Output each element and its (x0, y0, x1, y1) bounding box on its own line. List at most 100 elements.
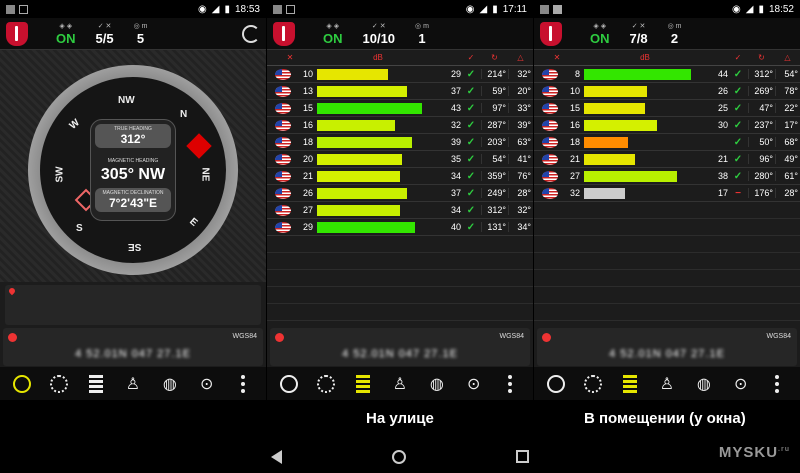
elevation: 39° (508, 120, 533, 130)
snr-bar (317, 68, 388, 80)
radar-icon[interactable] (316, 374, 336, 394)
us-flag-icon (542, 153, 558, 165)
coordinates-box: WGS84 4 52.01N 047 27.1E (537, 328, 797, 366)
notification-icon (540, 4, 549, 14)
us-flag-icon (275, 85, 291, 97)
elevation: 61° (775, 171, 800, 181)
elevation: 20° (508, 86, 533, 96)
magnetic-heading-label: MAGNETIC HEADING (107, 158, 159, 164)
battery-icon: ▮ (492, 3, 498, 15)
signal-bars-icon[interactable] (353, 374, 373, 394)
empty-row (267, 270, 533, 287)
cardinal-ne: NE (199, 167, 211, 182)
home-icon[interactable] (392, 449, 406, 464)
azimuth: 97° (481, 103, 508, 113)
signal-bars-icon[interactable] (620, 374, 640, 394)
snr-value: 26 (717, 86, 728, 96)
refresh-icon[interactable] (242, 24, 260, 43)
battery-icon: ▮ (224, 3, 230, 15)
globe-icon[interactable]: ◍ (694, 374, 714, 394)
radar-icon[interactable] (49, 374, 69, 394)
globe-icon[interactable]: ◍ (427, 374, 447, 394)
accuracy: 2 (670, 30, 679, 46)
elevation: 34° (508, 222, 533, 232)
snr-value: 21 (717, 154, 728, 164)
sat-count: 7/8 (629, 30, 648, 46)
us-flag-icon (542, 187, 558, 199)
cardinal-nw: NW (118, 95, 135, 106)
satellite-row: 29 40 ✓ 131° 34° (267, 219, 533, 236)
azimuth: 176° (748, 188, 775, 198)
azimuth: 203° (481, 137, 508, 147)
empty-row (534, 270, 800, 287)
used-check-icon: ✓ (466, 102, 476, 114)
satellite-id: 18 (302, 137, 313, 147)
compass-icon[interactable] (12, 374, 32, 394)
globe-icon[interactable]: ◍ (160, 374, 180, 394)
waypoint-box (5, 285, 261, 325)
app-logo-icon[interactable] (6, 21, 28, 46)
snr-value: 34 (450, 171, 461, 181)
empty-row (267, 287, 533, 304)
more-icon[interactable] (233, 374, 253, 394)
location-pin-icon[interactable]: ⊙ (197, 374, 217, 394)
location-pin-icon[interactable]: ⊙ (731, 374, 751, 394)
elevation: 54° (775, 69, 800, 79)
app-logo-icon[interactable] (540, 21, 562, 46)
signal-bars-icon[interactable] (86, 374, 106, 394)
snr-value: 39 (450, 137, 461, 147)
satellite-column-icon: ✕ (553, 53, 561, 62)
status-bar: ◉ ◢ ▮ 18:52 (534, 0, 800, 18)
us-flag-icon (275, 153, 291, 165)
walk-icon[interactable]: ♙ (123, 374, 143, 394)
satellite-row: 21 21 ✓ 96° 49° (534, 151, 800, 168)
clock: 18:53 (234, 3, 260, 15)
globe-icon (8, 333, 17, 342)
coordinates: 4 52.01N 047 27.1E (609, 348, 725, 360)
compass-icon[interactable] (546, 374, 566, 394)
walk-icon[interactable]: ♙ (657, 374, 677, 394)
azimuth: 287° (481, 120, 508, 130)
location-pin-icon[interactable]: ⊙ (464, 374, 484, 394)
cardinal-sw: SW (54, 166, 66, 183)
walk-icon[interactable]: ♙ (390, 374, 410, 394)
table-header: ✕ dB ✓ ↻ △ (267, 50, 533, 66)
caption-indoor: В помещении (у окна) (584, 410, 746, 427)
satellite-id: 32 (569, 188, 580, 198)
empty-row (534, 253, 800, 270)
app-logo-icon[interactable] (273, 21, 295, 46)
image-icon (286, 4, 295, 14)
satellite-id: 10 (302, 69, 313, 79)
elevation: 78° (775, 86, 800, 96)
location-status-icon: ◉ (198, 3, 207, 15)
us-flag-icon (275, 68, 291, 80)
watermark-text: MYSKU (718, 444, 779, 461)
signal-icon: ◢ (479, 3, 488, 15)
satellite-id: 29 (302, 222, 313, 232)
us-flag-icon (542, 68, 558, 80)
back-icon[interactable] (271, 449, 282, 464)
more-icon[interactable] (767, 374, 787, 394)
compass-icon[interactable] (279, 374, 299, 394)
used-column-header: ✓ (467, 53, 475, 62)
satellite-row: 16 30 ✓ 237° 17° (534, 117, 800, 134)
us-flag-icon (542, 85, 558, 97)
snr-value: 25 (717, 103, 728, 113)
used-check-icon: ✓ (466, 204, 476, 216)
north-pointer-icon (186, 133, 212, 159)
signal-icon: ◢ (745, 3, 754, 15)
azimuth: 59° (481, 86, 508, 96)
recent-apps-icon[interactable] (516, 450, 529, 463)
more-icon[interactable] (500, 374, 520, 394)
azimuth: 280° (748, 171, 775, 181)
us-flag-icon (275, 170, 291, 182)
snr-bar (584, 187, 625, 199)
satellite-id: 18 (569, 137, 580, 147)
radar-icon[interactable] (583, 374, 603, 394)
used-check-icon: ✓ (466, 170, 476, 182)
used-check-icon: ✓ (733, 85, 743, 97)
elevation: 32° (508, 69, 533, 79)
empty-row (534, 219, 800, 236)
watermark-suffix: .ru (778, 446, 790, 453)
used-column-header: ✓ (734, 53, 742, 62)
